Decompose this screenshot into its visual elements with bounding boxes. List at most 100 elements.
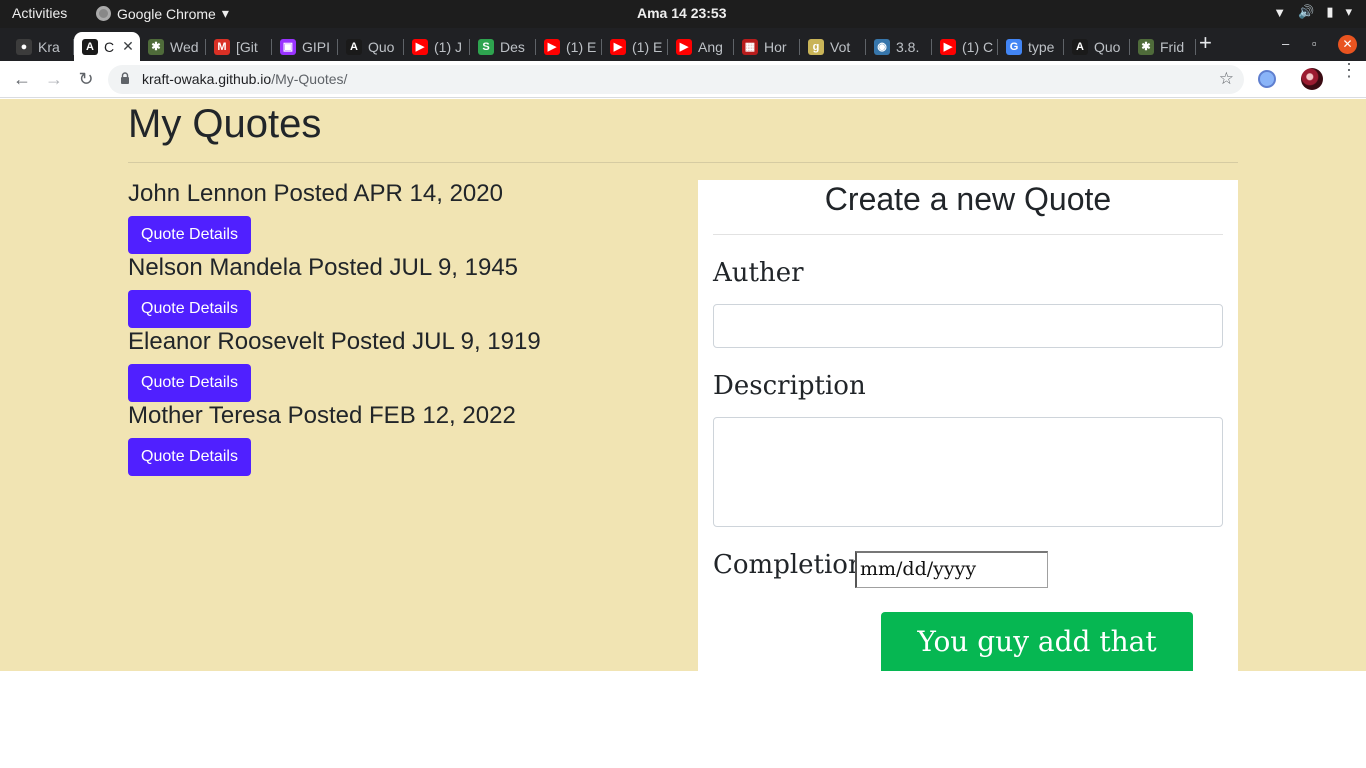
quote-heading: John Lennon Posted APR 14, 2020 (128, 180, 503, 207)
browser-tab[interactable]: ▶ Ang (668, 32, 734, 61)
tab-label: Wed (170, 38, 199, 55)
grid-icon: ▦ (742, 38, 758, 55)
maximize-icon[interactable]: ▫ (1312, 36, 1317, 51)
app-name: Google Chrome (117, 5, 216, 22)
browser-tab[interactable]: ▶ (1) E (602, 32, 668, 61)
bookmark-star-icon[interactable]: ☆ (1219, 69, 1234, 89)
profile-avatar[interactable] (1301, 68, 1323, 90)
browser-tab[interactable]: ▣ GIPI (272, 32, 338, 61)
close-window-button[interactable]: ✕ (1338, 35, 1357, 54)
angular-icon: A (82, 38, 98, 55)
quote-heading: Mother Teresa Posted FEB 12, 2022 (128, 402, 516, 429)
address-bar[interactable]: kraft-owaka.github.io/My-Quotes/ ☆ (108, 65, 1244, 94)
new-tab-button[interactable]: + (1199, 32, 1212, 54)
tab-label: C (104, 38, 115, 55)
stack-icon: S (478, 38, 494, 55)
chevron-down-icon: ▾ (221, 5, 229, 21)
clock[interactable]: Ama 14 23:53 (637, 5, 727, 21)
form-title: Create a new Quote (824, 181, 1112, 217)
browser-tab[interactable]: A C ✕ (74, 32, 140, 61)
close-tab-icon[interactable]: ✕ (122, 38, 134, 55)
tab-label: (1) E (566, 38, 597, 55)
title-divider (128, 162, 1238, 163)
youtube-icon: ▶ (544, 38, 560, 55)
quote-details-button[interactable]: Quote Details (128, 364, 251, 402)
battery-icon: ▮ (1326, 4, 1334, 19)
completion-date-input[interactable]: mm/dd/yyyy (855, 551, 1048, 588)
lock-icon (121, 72, 129, 84)
tab-label: Vot (830, 38, 851, 55)
browser-tab[interactable]: ✱ Frid (1130, 32, 1196, 61)
g-icon: g (808, 38, 824, 55)
tab-label: [Git (236, 38, 258, 55)
forward-button[interactable]: → (42, 67, 66, 91)
quote-details-button[interactable]: Quote Details (128, 290, 251, 328)
browser-toolbar: ← → ↻ kraft-owaka.github.io/My-Quotes/ ☆ (0, 61, 1366, 98)
system-tray[interactable]: ▼ 🔊 ▮ ▾ (1273, 4, 1352, 20)
browser-tab[interactable]: A Quo (1064, 32, 1130, 61)
page-title: My Quotes (128, 102, 322, 146)
angular-icon: A (1072, 38, 1088, 55)
back-button[interactable]: ← (10, 67, 34, 91)
browser-tab[interactable]: ▶ (1) C (932, 32, 998, 61)
tab-label: Hor (764, 38, 787, 55)
browser-tab[interactable]: M [Git (206, 32, 272, 61)
tab-label: type (1028, 38, 1055, 55)
chrome-icon (96, 6, 111, 21)
tab-label: Des (500, 38, 525, 55)
quote-item: Eleanor Roosevelt Posted JUL 9, 1919 Quo… (128, 327, 688, 402)
activities-button[interactable]: Activities (12, 5, 67, 21)
browser-tab[interactable]: ◉ 3.8. (866, 32, 932, 61)
menu-kebab-icon[interactable]: ⋮ (1340, 61, 1358, 79)
youtube-icon: ▶ (412, 38, 428, 55)
giphy-icon: ▣ (280, 38, 296, 55)
browser-tab[interactable]: A Quo (338, 32, 404, 61)
tab-label: GIPI (302, 38, 331, 55)
palm-icon: ✱ (1138, 38, 1154, 55)
url-host: kraft-owaka.github.io (142, 71, 272, 87)
wifi-icon: ▼ (1273, 4, 1287, 20)
google-icon: G (1006, 38, 1022, 55)
app-menu[interactable]: Google Chrome ▾ (96, 5, 229, 22)
tab-label: (1) E (632, 38, 663, 55)
chevron-down-icon: ▾ (1345, 4, 1352, 19)
url-path: /My-Quotes/ (271, 71, 348, 87)
author-input[interactable] (713, 304, 1223, 348)
completion-label: Completion (713, 550, 865, 580)
description-label: Description (713, 371, 866, 401)
youtube-icon: ▶ (676, 38, 692, 55)
page-body: My Quotes John Lennon Posted APR 14, 202… (0, 99, 1366, 717)
browser-tab[interactable]: ✱ Wed (140, 32, 206, 61)
browser-tab[interactable]: S Des (470, 32, 536, 61)
quote-heading: Eleanor Roosevelt Posted JUL 9, 1919 (128, 328, 541, 355)
reload-button[interactable]: ↻ (74, 67, 98, 91)
quote-item: John Lennon Posted APR 14, 2020 Quote De… (128, 179, 688, 254)
quote-details-button[interactable]: Quote Details (128, 438, 251, 476)
author-label: Auther (713, 258, 804, 288)
quote-details-button[interactable]: Quote Details (128, 216, 251, 254)
browser-tab[interactable]: ▦ Hor (734, 32, 800, 61)
url-text: kraft-owaka.github.io/My-Quotes/ (142, 71, 347, 87)
minimize-icon[interactable]: – (1282, 36, 1289, 51)
tab-label: Quo (368, 38, 395, 55)
quote-item: Mother Teresa Posted FEB 12, 2022 Quote … (128, 401, 688, 476)
gmail-icon: M (214, 38, 230, 55)
browser-tab[interactable]: ● Kra (8, 32, 74, 61)
tab-separator (1195, 39, 1196, 55)
add-quote-button[interactable]: You guy add that Quote (881, 612, 1193, 717)
tab-label: Frid (1160, 38, 1185, 55)
quote-heading: Nelson Mandela Posted JUL 9, 1945 (128, 254, 519, 281)
tab-label: 3.8. (896, 38, 920, 55)
browser-tab[interactable]: ▶ (1) J (404, 32, 470, 61)
browser-tab[interactable]: Gtype (998, 32, 1064, 61)
description-input[interactable] (713, 417, 1223, 527)
new-quote-form: Create a new Quote Auther Description Co… (698, 180, 1238, 717)
angular-icon: A (346, 38, 362, 55)
extension-icon[interactable] (1258, 70, 1276, 88)
volume-icon: 🔊 (1298, 4, 1315, 19)
python-icon: ◉ (874, 38, 890, 55)
tab-label: Quo (1094, 38, 1121, 55)
browser-tab[interactable]: g Vot (800, 32, 866, 61)
quote-list: John Lennon Posted APR 14, 2020 Quote De… (128, 179, 688, 476)
browser-tab[interactable]: ▶ (1) E (536, 32, 602, 61)
